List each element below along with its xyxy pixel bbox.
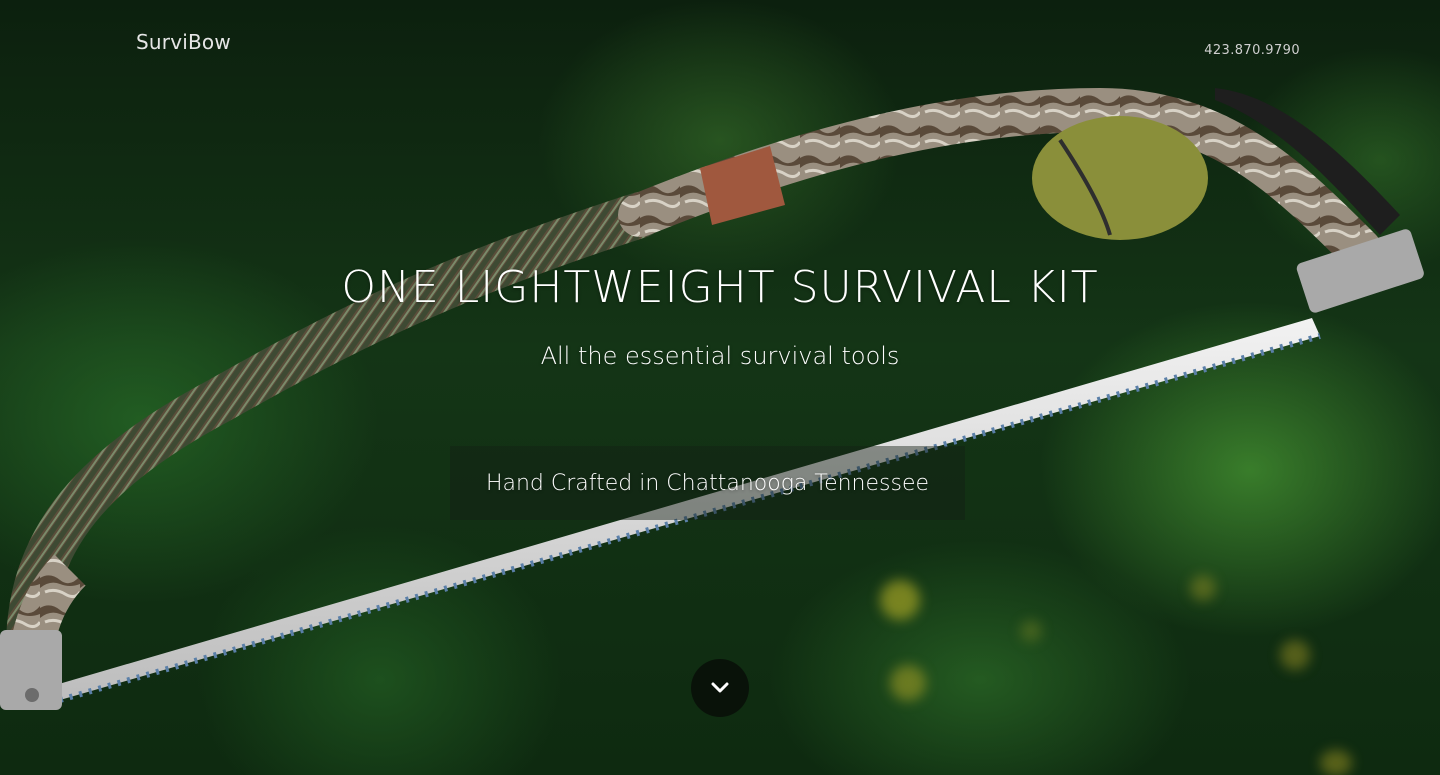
hero-subheadline: All the essential survival tools xyxy=(540,342,900,370)
hero-tagline: Hand Crafted in Chattanooga Tennessee xyxy=(485,470,930,496)
hero-headline: ONE LIGHTWEIGHT SURVIVAL KIT xyxy=(341,262,1099,313)
hero-section: SurviBow 423.870.9790 ONE LIGHTWEIGHT SU… xyxy=(0,0,1440,775)
brand-logo[interactable]: SurviBow xyxy=(136,30,231,54)
tape-band xyxy=(700,146,785,225)
gear-pouch xyxy=(1032,116,1208,240)
chevron-down-icon xyxy=(711,682,729,693)
tagline-box: Hand Crafted in Chattanooga Tennessee xyxy=(450,446,965,520)
scroll-down-button[interactable] xyxy=(691,659,749,717)
phone-number[interactable]: 423.870.9790 xyxy=(1204,43,1300,58)
